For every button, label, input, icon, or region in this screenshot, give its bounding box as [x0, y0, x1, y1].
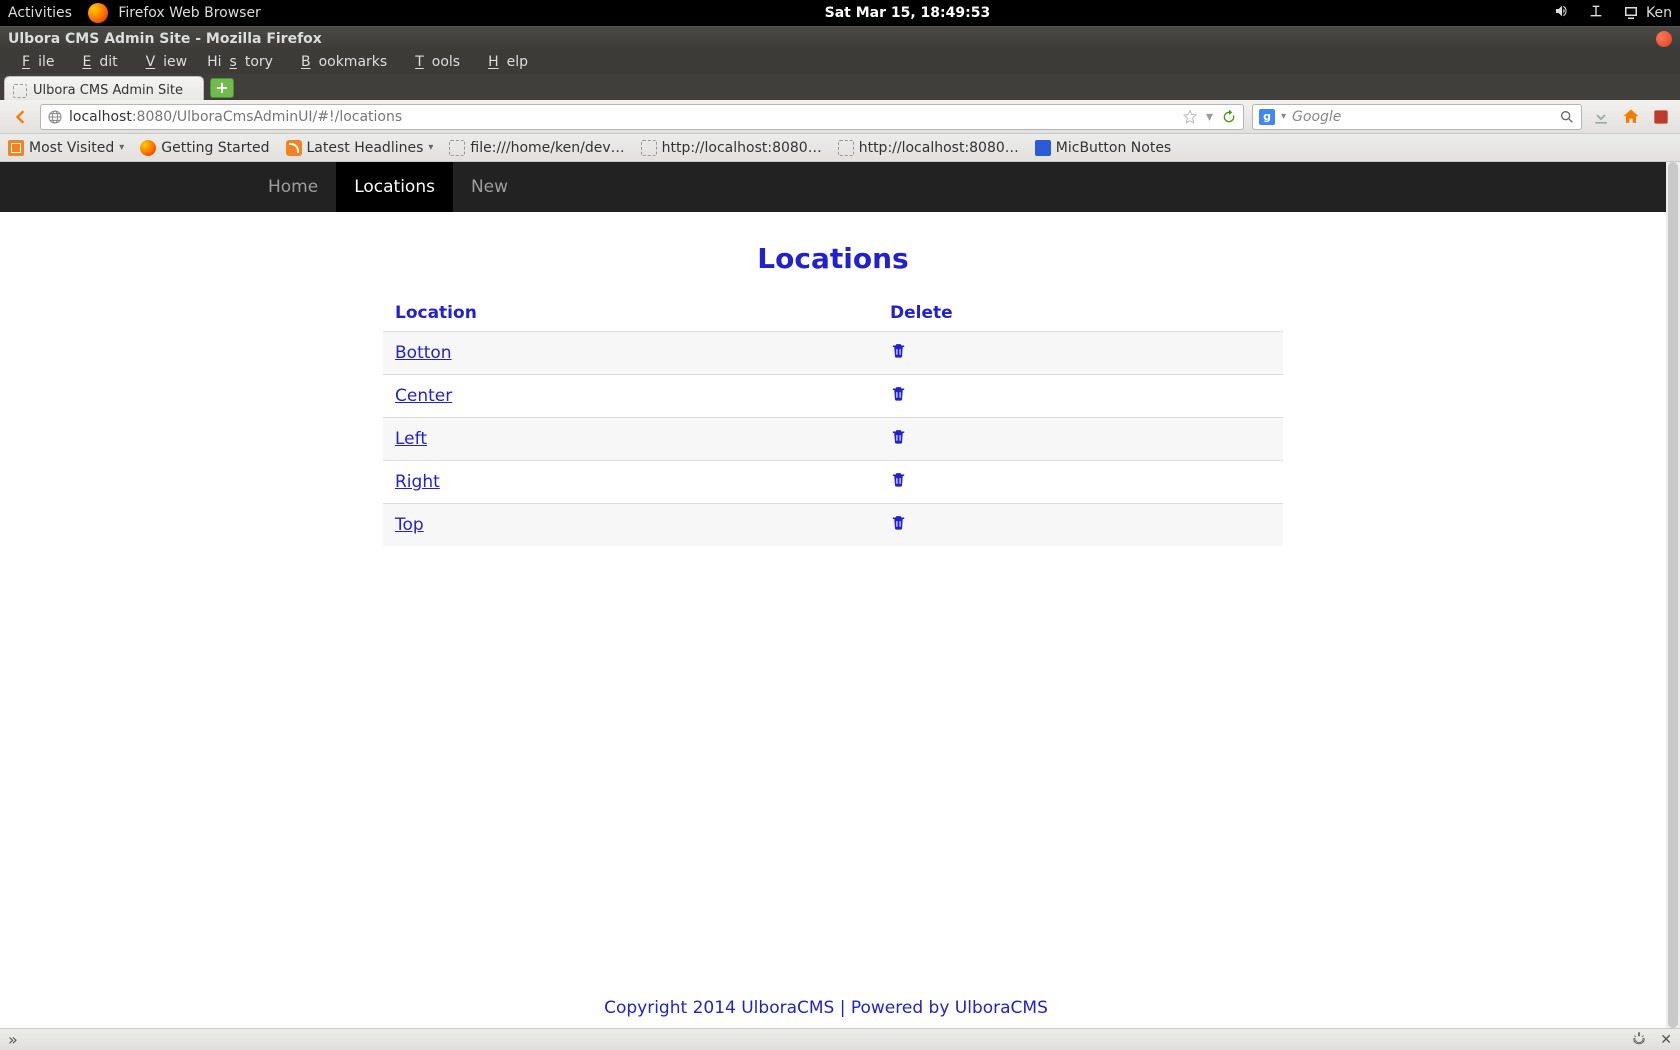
page-scrollbar[interactable]	[1666, 162, 1680, 1028]
content-viewport: Home Locations New Locations Location De…	[0, 162, 1680, 1028]
delete-icon[interactable]	[890, 387, 907, 407]
location-link[interactable]: Center	[395, 386, 452, 406]
firebug-icon[interactable]	[1632, 1031, 1646, 1049]
addon-bar-toggle-icon[interactable]: »	[8, 1030, 18, 1049]
tab-favicon	[13, 84, 27, 98]
firefox-icon	[88, 3, 108, 23]
table-row: Left	[383, 418, 1283, 461]
addon-button[interactable]	[1650, 106, 1672, 128]
firefox-icon	[140, 140, 156, 156]
page-footer: Copyright 2014 UlboraCMS | Powered by Ul…	[0, 988, 1652, 1028]
bookmark-localhost-1[interactable]: http://localhost:8080…	[641, 140, 822, 156]
bookmarks-toolbar: Most Visited▾ Getting Started Latest Hea…	[0, 134, 1680, 162]
scrollbar-thumb[interactable]	[1668, 162, 1678, 1028]
table-row: Top	[383, 504, 1283, 547]
browser-tab[interactable]: Ulbora CMS Admin Site	[4, 76, 204, 100]
col-delete: Delete	[878, 295, 1283, 332]
menu-view[interactable]: View	[130, 52, 196, 72]
page-title: Locations	[0, 242, 1666, 275]
bookmark-star-icon[interactable]	[1182, 109, 1198, 125]
search-placeholder: Google	[1292, 109, 1341, 125]
window-title: Ulbora CMS Admin Site - Mozilla Firefox	[8, 31, 322, 47]
back-button[interactable]	[8, 105, 32, 129]
generic-favicon	[641, 140, 657, 156]
locations-table: Location Delete Botton Center Left Right Top	[383, 295, 1283, 546]
col-location: Location	[383, 295, 878, 332]
new-tab-button[interactable]: +	[210, 78, 234, 98]
table-row: Right	[383, 461, 1283, 504]
menu-tools[interactable]: Tools	[399, 52, 468, 72]
menu-bookmarks[interactable]: Bookmarks	[285, 52, 395, 72]
bookmark-micbutton[interactable]: MicButton Notes	[1035, 140, 1171, 156]
menu-edit[interactable]: Edit	[66, 52, 125, 72]
username-label: Ken	[1646, 5, 1672, 21]
bookmark-latest-headlines[interactable]: Latest Headlines▾	[286, 140, 434, 156]
addon-bar: » ✕	[0, 1028, 1680, 1050]
home-button[interactable]	[1620, 106, 1642, 128]
navigation-toolbar: localhost:8080/UlboraCmsAdminUI/#!/locat…	[0, 100, 1680, 134]
window-titlebar: Ulbora CMS Admin Site - Mozilla Firefox	[0, 26, 1680, 50]
url-bar[interactable]: localhost:8080/UlboraCmsAdminUI/#!/locat…	[40, 104, 1244, 130]
tab-title: Ulbora CMS Admin Site	[33, 83, 183, 98]
volume-icon[interactable]	[1554, 3, 1570, 23]
active-app-indicator[interactable]: Firefox Web Browser	[88, 3, 261, 23]
url-text: localhost:8080/UlboraCmsAdminUI/#!/locat…	[69, 109, 402, 125]
user-menu[interactable]: Ken	[1622, 4, 1672, 22]
network-icon[interactable]	[1588, 3, 1604, 23]
mic-icon	[1035, 140, 1051, 156]
menu-history[interactable]: History	[199, 52, 281, 72]
google-icon: g	[1259, 109, 1275, 125]
search-go-icon[interactable]	[1559, 109, 1575, 125]
downloads-button[interactable]	[1590, 106, 1612, 128]
delete-icon[interactable]	[890, 344, 907, 364]
generic-favicon	[449, 140, 465, 156]
url-dropdown-icon[interactable]: ▾	[1206, 109, 1213, 125]
menu-bar: File Edit View History Bookmarks Tools H…	[0, 50, 1680, 74]
location-link[interactable]: Botton	[395, 343, 452, 363]
bookmark-getting-started[interactable]: Getting Started	[140, 140, 269, 156]
bookmark-file[interactable]: file:///home/ken/dev…	[449, 140, 624, 156]
clock[interactable]: Sat Mar 15, 18:49:53	[261, 5, 1554, 21]
delete-icon[interactable]	[890, 516, 907, 536]
reload-icon[interactable]	[1221, 109, 1237, 125]
gnome-top-panel: Activities Firefox Web Browser Sat Mar 1…	[0, 0, 1680, 26]
app-navbar: Home Locations New	[0, 162, 1666, 212]
search-bar[interactable]: g ▾ Google	[1252, 104, 1582, 130]
nav-locations[interactable]: Locations	[336, 162, 453, 212]
activities-button[interactable]: Activities	[8, 5, 72, 21]
location-link[interactable]: Right	[395, 472, 440, 492]
rss-icon	[286, 140, 302, 156]
addon-bar-close-icon[interactable]: ✕	[1660, 1032, 1672, 1048]
active-app-label: Firefox Web Browser	[118, 5, 261, 21]
menu-file[interactable]: File	[6, 52, 62, 72]
window-close-button[interactable]	[1656, 31, 1672, 47]
bookmark-localhost-2[interactable]: http://localhost:8080…	[838, 140, 1019, 156]
folder-icon	[8, 140, 24, 156]
generic-favicon	[838, 140, 854, 156]
location-link[interactable]: Top	[395, 515, 424, 535]
delete-icon[interactable]	[890, 430, 907, 450]
location-link[interactable]: Left	[395, 429, 427, 449]
bookmark-most-visited[interactable]: Most Visited▾	[8, 140, 124, 156]
nav-new[interactable]: New	[453, 162, 526, 212]
nav-home[interactable]: Home	[250, 162, 336, 212]
site-identity-icon[interactable]	[47, 109, 63, 125]
search-engine-dropdown-icon[interactable]: ▾	[1281, 111, 1286, 122]
table-row: Botton	[383, 332, 1283, 375]
menu-help[interactable]: Help	[472, 52, 536, 72]
delete-icon[interactable]	[890, 473, 907, 493]
table-row: Center	[383, 375, 1283, 418]
tab-strip: Ulbora CMS Admin Site +	[0, 74, 1680, 100]
